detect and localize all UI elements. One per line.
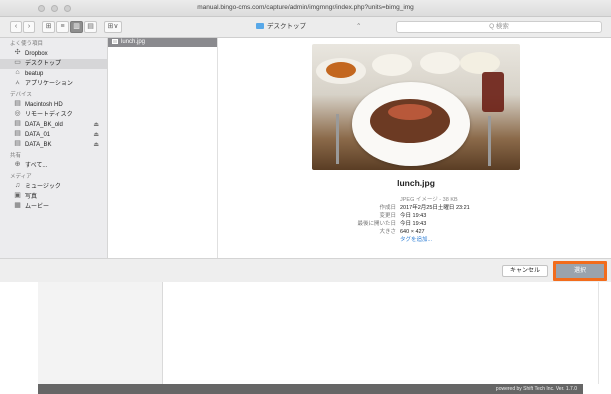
preview-file-name: lunch.jpg (397, 178, 435, 188)
sidebar-item-label: beatup (25, 71, 44, 77)
add-tags-link[interactable]: タグを追加... (400, 236, 432, 244)
location-popup[interactable]: デスクトップ ⌃ (256, 21, 366, 33)
file-metadata: JPEG イメージ - 38 KB 作成日 2017年2月25日土曜日 23:21… (308, 196, 558, 244)
sidebar-item-icon: ⌂ (15, 69, 20, 77)
sidebar-item[interactable]: ⊕ すべて... (0, 161, 107, 171)
preview-image (312, 44, 520, 170)
title-bar: manual.bingo-cms.com/capture/admin/imgmn… (0, 0, 611, 17)
sidebar-item[interactable]: ▦ ムービー (0, 202, 107, 212)
page-divider (598, 282, 599, 384)
file-column: lunch.jpg (108, 38, 218, 258)
modified-label: 変更日 (379, 213, 396, 219)
last-opened-label: 最後に開いた日 (357, 221, 396, 227)
side-plate-shape (420, 52, 460, 74)
created-value: 2017年2月25日土曜日 23:21 (400, 205, 470, 211)
sidebar-item-label: アプリケーション (25, 81, 73, 87)
dimensions-value: 640 × 427 (400, 229, 425, 235)
sidebar-item-label: DATA_BK (25, 142, 52, 148)
sidebar-item[interactable]: ▭ デスクトップ (0, 59, 107, 69)
sidebar-item-label: Macintosh HD (25, 102, 63, 108)
icon-view-button[interactable]: ⊞ (42, 21, 55, 33)
sidebar-item-label: ムービー (25, 204, 50, 210)
sidebar-item[interactable]: ▤ DATA_01 ⏏ (0, 130, 107, 140)
drink-glass-shape (482, 72, 504, 112)
sidebar-item-icon: ▤ (14, 140, 21, 148)
eject-icon[interactable]: ⏏ (93, 140, 99, 150)
sidebar-item[interactable]: ♫ ミュージック (0, 182, 107, 192)
dimensions-label: 大きさ (379, 229, 396, 235)
last-opened-value: 今日 19:43 (400, 221, 427, 227)
preview-pane: lunch.jpg JPEG イメージ - 38 KB 作成日 2017年2月25… (218, 38, 611, 258)
meat-shape (388, 104, 432, 120)
sidebar-item-icon: ▤ (14, 100, 21, 108)
sidebar-item-icon: ♫ (14, 182, 21, 190)
sidebar-item[interactable]: ◎ リモートディスク (0, 110, 107, 120)
search-input[interactable]: Q 検索 (396, 21, 602, 33)
sidebar-item-label: デスクトップ (25, 61, 62, 67)
location-label: デスクトップ (267, 23, 306, 30)
sidebar-item-label: すべて... (25, 163, 48, 169)
sidebar-item-icon: ▤ (14, 130, 21, 138)
sidebar-item-label: Dropbox (25, 51, 48, 57)
sidebar-item[interactable]: ⩑ アプリケーション (0, 79, 107, 89)
sidebar-item[interactable]: ▤ Macintosh HD (0, 100, 107, 110)
sidebar-item-icon: ✣ (14, 49, 21, 57)
modified-value: 今日 19:43 (400, 213, 427, 219)
select-button[interactable]: 選択 (556, 264, 604, 278)
sidebar-item-label: ミュージック (25, 184, 61, 190)
sidebar-section-header: デバイス (10, 92, 32, 98)
sidebar-item[interactable]: ▤ DATA_BK ⏏ (0, 140, 107, 150)
sidebar: よく使う項目 ✣ Dropbox ▭ デスクトップ ⌂ beatup ⩑ アプリケーションデバイ… (0, 38, 108, 258)
sidebar-item-icon: ⩑ (15, 79, 20, 87)
sidebar-item-label: リモートディスク (25, 112, 73, 118)
page-background: powered by Shift Tech Inc. Ver. 1.7.0 (0, 282, 611, 394)
eject-icon[interactable]: ⏏ (93, 130, 99, 140)
created-label: 作成日 (379, 205, 396, 211)
sidebar-item-icon: ▤ (14, 120, 21, 128)
sidebar-item-label: DATA_BK_old (25, 122, 63, 128)
page-footer: powered by Shift Tech Inc. Ver. 1.7.0 (38, 384, 583, 394)
sidebar-item[interactable]: ✣ Dropbox (0, 49, 107, 59)
window-title: manual.bingo-cms.com/capture/admin/imgmn… (197, 4, 414, 11)
forward-button[interactable]: › (23, 21, 35, 33)
select-button-highlight: 選択 (553, 261, 607, 281)
arrange-button[interactable]: ⊞∨ (104, 21, 122, 33)
spring-roll-plate-shape (460, 52, 500, 74)
soup-shape (326, 62, 356, 78)
sidebar-item-icon: ⊕ (14, 161, 21, 169)
column-view-button[interactable]: ▥ (70, 21, 83, 33)
fork-shape (336, 114, 339, 164)
cancel-button[interactable]: キャンセル (502, 265, 548, 277)
salad-plate-shape (372, 54, 412, 76)
sidebar-section-header: よく使う項目 (10, 41, 44, 47)
eject-icon[interactable]: ⏏ (93, 120, 99, 130)
dialog-button-bar: キャンセル 選択 (0, 258, 611, 282)
sidebar-item-icon: ▭ (14, 59, 21, 67)
sidebar-item-label: DATA_01 (25, 132, 51, 138)
sidebar-section-header: メディア (10, 174, 32, 180)
coverflow-view-button[interactable]: ▤ (84, 21, 97, 33)
back-button[interactable]: ‹ (10, 21, 22, 33)
sidebar-item[interactable]: ⌂ beatup (0, 69, 107, 79)
toolbar: ‹ › ⊞ ≡ ▥ ▤ ⊞∨ デスクトップ ⌃ Q 検索 (0, 17, 611, 38)
folder-icon (256, 23, 264, 30)
knife-shape (488, 116, 491, 166)
sidebar-item-icon: ▦ (14, 202, 21, 210)
file-item-selected[interactable]: lunch.jpg (108, 38, 217, 47)
file-type-value: JPEG イメージ - 38 KB (400, 197, 458, 203)
sidebar-item-label: 写真 (25, 194, 38, 200)
list-view-button[interactable]: ≡ (56, 21, 69, 33)
sidebar-item-icon: ◎ (14, 110, 21, 118)
image-file-icon (112, 38, 118, 44)
file-item-label: lunch.jpg (121, 39, 146, 45)
popup-chevron-icon: ⌃ (356, 23, 362, 30)
sidebar-item[interactable]: ▤ DATA_BK_old ⏏ (0, 120, 107, 130)
page-left-panel (38, 282, 163, 384)
sidebar-item[interactable]: ▣ 写真 (0, 192, 107, 202)
sidebar-item-icon: ▣ (14, 192, 21, 200)
sidebar-section-header: 共有 (10, 153, 22, 159)
